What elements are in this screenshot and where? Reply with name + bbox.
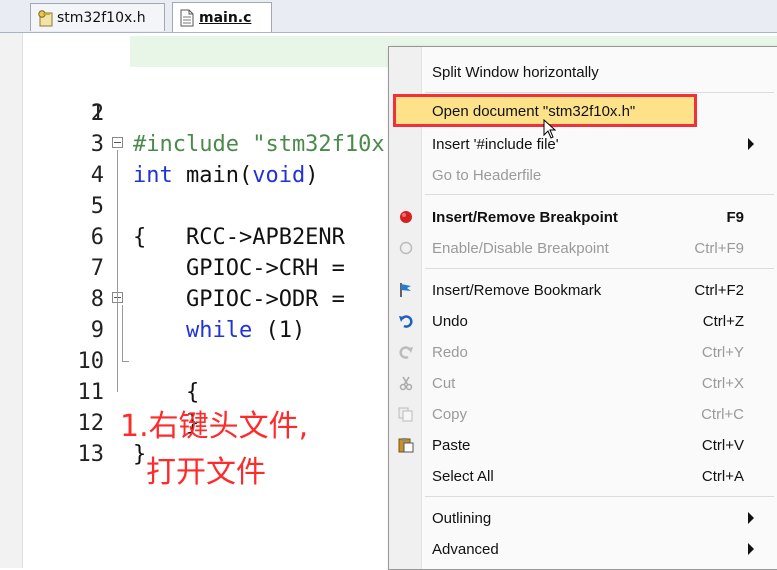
menu-item-goto-headerfile[interactable]: Go to Headerfile [389,160,777,190]
annotation-text: 1.右键头文件, [120,409,309,444]
document-icon [179,9,195,27]
redo-icon [398,344,414,360]
mouse-cursor-icon [543,118,557,143]
fold-guide [117,150,118,392]
tab-label: stm32f10x.h [57,9,146,26]
submenu-arrow-icon [748,138,754,150]
menu-item-shortcut: Ctrl+V [701,436,744,454]
tab-stm32f10x-h[interactable]: stm32f10x.h [30,3,165,31]
menu-item-label: Select All [432,467,494,485]
undo-icon [398,313,414,329]
menu-item-label: Cut [432,374,456,392]
paste-clipboard-icon [398,437,414,453]
menu-item-shortcut: Ctrl+X [701,374,744,392]
menu-item-breakpoint[interactable]: Insert/Remove Breakpoint F9 [389,202,777,232]
menu-item-shortcut: Ctrl+Z [702,312,744,330]
menu-item-label: Go to Headerfile [432,166,542,184]
menu-item-shortcut: Ctrl+A [701,467,744,485]
menu-item-split-window[interactable]: Split Window horizontally [389,57,777,87]
copy-icon [398,406,414,422]
menu-separator [425,194,774,195]
menu-item-shortcut: F9 [726,208,744,226]
context-menu: Split Window horizontally Open document … [388,46,777,570]
menu-item-copy[interactable]: Copy Ctrl+C [389,399,777,429]
key-header-file-icon [37,9,53,27]
menu-item-outlining[interactable]: Outlining [389,503,777,533]
menu-item-enable-breakpoint[interactable]: Enable/Disable Breakpoint Ctrl+F9 [389,233,777,263]
menu-item-label: Advanced [432,540,499,558]
submenu-arrow-icon [748,543,754,555]
menu-item-label: Paste [432,436,471,454]
tab-label: main.c [199,9,252,26]
fold-guide [122,305,129,362]
submenu-arrow-icon [748,512,754,524]
menu-item-label: Enable/Disable Breakpoint [432,239,609,257]
menu-item-label: Copy [432,405,468,423]
scissors-icon [398,375,414,391]
menu-item-shortcut: Ctrl+F9 [694,239,744,257]
fold-toggle-icon[interactable] [112,137,123,148]
menu-item-undo[interactable]: Undo Ctrl+Z [389,306,777,336]
menu-item-cut[interactable]: Cut Ctrl+X [389,368,777,398]
menu-item-label: Undo [432,312,468,330]
menu-item-shortcut: Ctrl+C [701,405,744,423]
menu-separator [425,268,774,269]
menu-item-shortcut: Ctrl+Y [701,343,744,361]
menu-item-select-all[interactable]: Select All Ctrl+A [389,461,777,491]
line-number: 13 [77,442,105,467]
breakpoint-icon [398,209,414,225]
tab-main-c[interactable]: main.c [172,2,272,32]
menu-item-label: Insert/Remove Breakpoint [432,208,618,226]
menu-item-bookmark[interactable]: Insert/Remove Bookmark Ctrl+F2 [389,275,777,305]
menu-item-shortcut: Ctrl+F2 [694,281,744,299]
menu-item-label: Insert/Remove Bookmark [432,281,602,299]
menu-item-label: Split Window horizontally [432,63,599,81]
menu-item-label: Redo [432,343,468,361]
menu-item-label: Outlining [432,509,492,527]
breakpoint-disabled-icon [398,240,414,256]
menu-item-paste[interactable]: Paste Ctrl+V [389,430,777,460]
tab-bar: stm32f10x.h main.c [0,0,777,33]
menu-separator [425,496,774,497]
menu-item-redo[interactable]: Redo Ctrl+Y [389,337,777,367]
menu-separator [425,92,774,93]
bookmark-flag-icon [398,282,414,298]
menu-item-insert-include[interactable]: Insert '#include file' [389,129,777,159]
annotation-text: 打开文件 [146,455,266,490]
menu-item-advanced[interactable]: Advanced [389,534,777,564]
menu-item-label: Insert '#include file' [432,135,559,153]
